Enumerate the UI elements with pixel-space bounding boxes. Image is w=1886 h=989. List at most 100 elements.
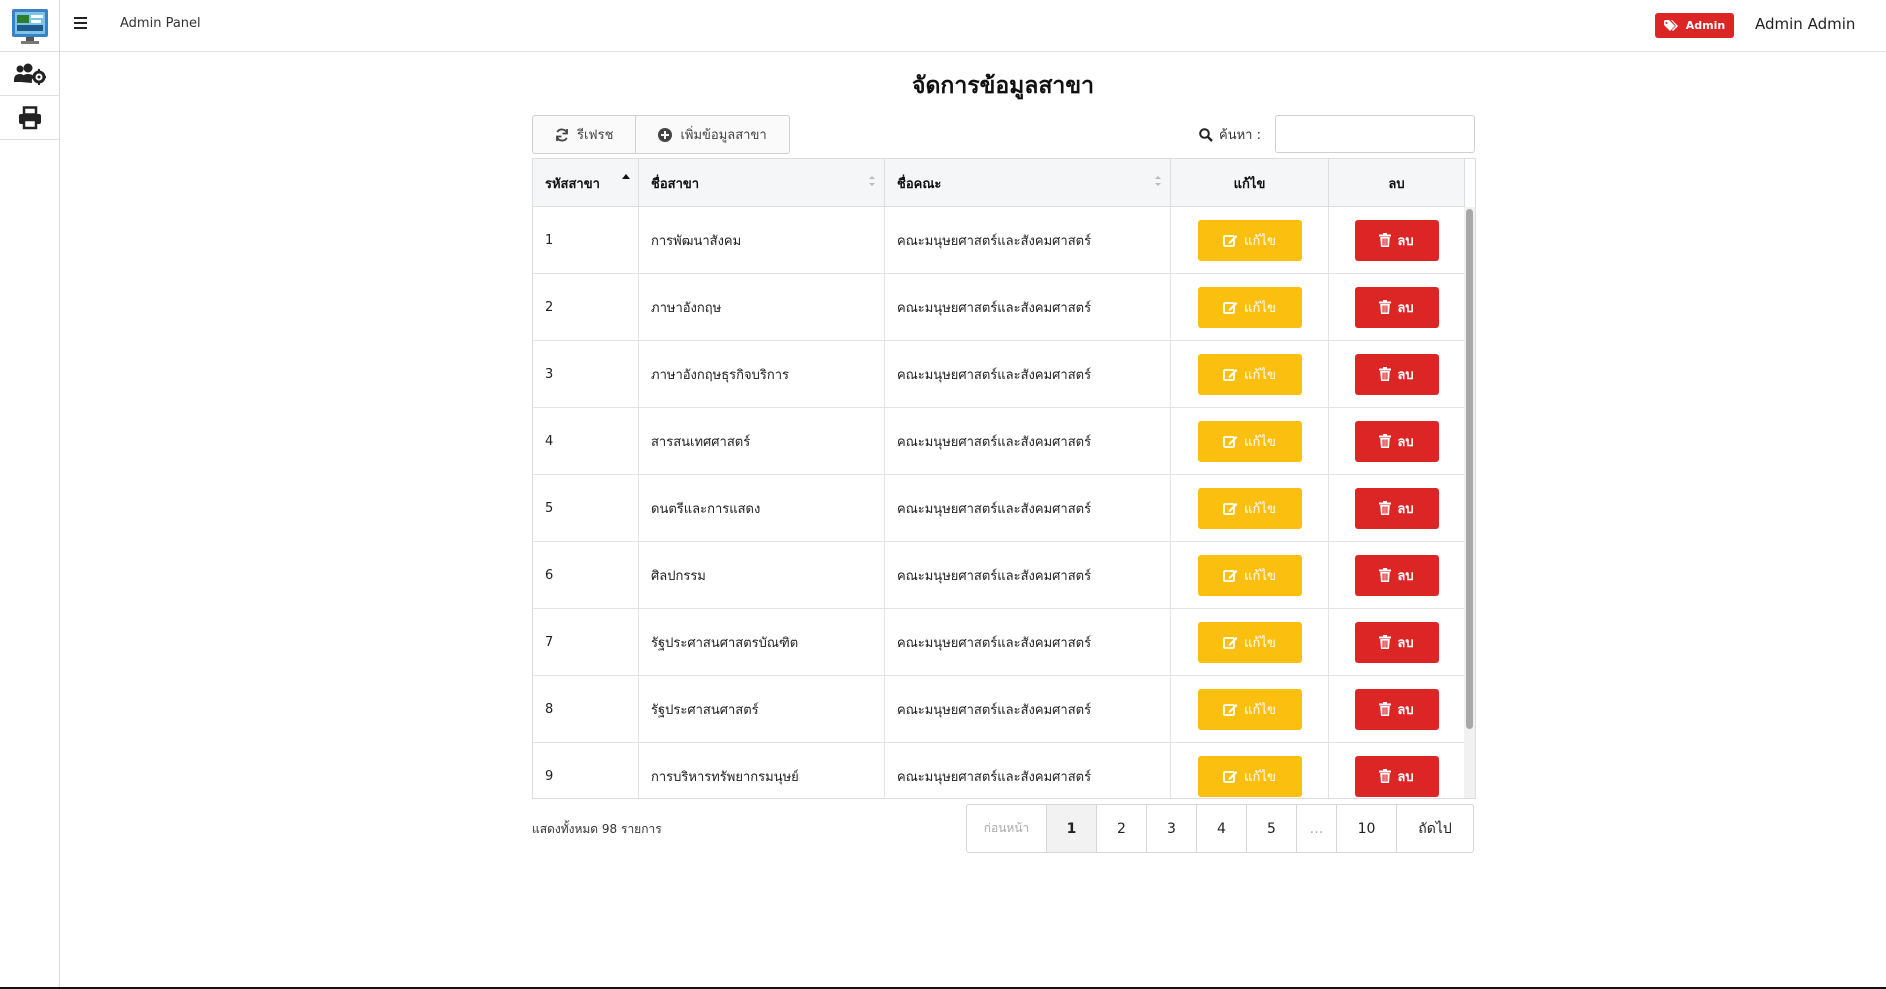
cell-delete: ลบ <box>1329 542 1465 608</box>
pagination-page-active[interactable]: 1 <box>1047 805 1097 852</box>
column-header-faculty-label: ชื่อคณะ <box>897 176 942 192</box>
delete-button-label: ลบ <box>1397 635 1414 651</box>
cell-delete: ลบ <box>1329 609 1465 675</box>
plus-circle-icon <box>658 127 673 142</box>
tags-icon <box>1663 19 1678 31</box>
column-header-code[interactable]: รหัสสาขา <box>533 159 639 207</box>
delete-button-label: ลบ <box>1397 702 1414 718</box>
top-navbar: Admin Panel Admin Admin Admin <box>60 0 1886 52</box>
table-scrollbar[interactable] <box>1464 207 1475 798</box>
trash-icon <box>1379 300 1392 314</box>
brand-title: Admin Panel <box>120 16 201 31</box>
search-label-text: ค้นหา : <box>1219 128 1261 143</box>
table-row: 7 รัฐประศาสนศาสตรบัณฑิต คณะมนุษยศาสตร์และส… <box>533 609 1465 676</box>
table-row: 2 ภาษาอังกฤษ คณะมนุษยศาสตร์และสังคมศาสตร์ แ… <box>533 274 1465 341</box>
edit-button[interactable]: แก้ไข <box>1197 487 1302 529</box>
cell-code: 2 <box>533 274 639 340</box>
edit-button-label: แก้ไข <box>1244 300 1276 316</box>
cell-edit: แก้ไข <box>1171 207 1329 273</box>
column-header-name[interactable]: ชื่อสาขา <box>639 159 885 207</box>
edit-button[interactable]: แก้ไข <box>1197 286 1302 328</box>
edit-button-label: แก้ไข <box>1244 635 1276 651</box>
table-row: 9 การบริหารทรัพยากรมนุษย์ คณะมนุษยศาสตร์แล… <box>533 743 1465 798</box>
menu-toggle-icon[interactable] <box>74 17 88 31</box>
sidebar-item-users[interactable] <box>0 52 60 96</box>
edit-button-label: แก้ไข <box>1244 568 1276 584</box>
cell-delete: ลบ <box>1329 341 1465 407</box>
cell-branch-name: รัฐประศาสนศาสตร์ <box>639 676 885 742</box>
edit-button[interactable]: แก้ไข <box>1197 755 1302 797</box>
delete-button[interactable]: ลบ <box>1354 688 1439 730</box>
edit-button-label: แก้ไข <box>1244 769 1276 785</box>
edit-button[interactable]: แก้ไข <box>1197 353 1302 395</box>
edit-button-label: แก้ไข <box>1244 434 1276 450</box>
edit-icon <box>1223 771 1238 783</box>
edit-button[interactable]: แก้ไข <box>1197 621 1302 663</box>
column-header-delete: ลบ <box>1329 159 1465 207</box>
search-label: ค้นหา : <box>1199 124 1261 145</box>
users-cog-icon <box>14 63 46 85</box>
search-input[interactable] <box>1275 115 1475 153</box>
sidebar-item-print[interactable] <box>0 96 60 140</box>
delete-button[interactable]: ลบ <box>1354 755 1439 797</box>
sidebar-logo[interactable] <box>0 0 60 52</box>
pagination-page[interactable]: 3 <box>1147 805 1197 852</box>
delete-button[interactable]: ลบ <box>1354 286 1439 328</box>
search-icon <box>1199 127 1213 142</box>
cell-code: 5 <box>533 475 639 541</box>
pagination-page[interactable]: 10 <box>1337 805 1397 852</box>
pagination-page[interactable]: 4 <box>1197 805 1247 852</box>
cell-delete: ลบ <box>1329 676 1465 742</box>
refresh-button[interactable]: รีเฟรช <box>533 116 635 153</box>
pagination-page[interactable]: 2 <box>1097 805 1147 852</box>
table-row: 5 ดนตรีและการแสดง คณะมนุษยศาสตร์และสังคมศา… <box>533 475 1465 542</box>
delete-button[interactable]: ลบ <box>1354 621 1439 663</box>
cell-branch-name: ศิลปกรรม <box>639 542 885 608</box>
cell-faculty-name: คณะมนุษยศาสตร์และสังคมศาสตร์ <box>885 408 1171 474</box>
trash-icon <box>1379 568 1392 582</box>
cell-edit: แก้ไข <box>1171 542 1329 608</box>
cell-faculty-name: คณะมนุษยศาสตร์และสังคมศาสตร์ <box>885 341 1171 407</box>
edit-button-label: แก้ไข <box>1244 702 1276 718</box>
page-title: จัดการข้อมูลสาขา <box>912 73 1094 99</box>
pagination-ellipsis: … <box>1297 805 1337 852</box>
edit-button-label: แก้ไข <box>1244 367 1276 383</box>
pagination-page[interactable]: 5 <box>1247 805 1297 852</box>
cell-code: 4 <box>533 408 639 474</box>
cell-faculty-name: คณะมนุษยศาสตร์และสังคมศาสตร์ <box>885 274 1171 340</box>
edit-button[interactable]: แก้ไข <box>1197 688 1302 730</box>
scrollbar-thumb[interactable] <box>1466 209 1473 729</box>
edit-button[interactable]: แก้ไข <box>1197 554 1302 596</box>
cell-faculty-name: คณะมนุษยศาสตร์และสังคมศาสตร์ <box>885 743 1171 798</box>
delete-button[interactable]: ลบ <box>1354 353 1439 395</box>
cell-edit: แก้ไข <box>1171 274 1329 340</box>
column-header-edit: แก้ไข <box>1171 159 1329 207</box>
delete-button[interactable]: ลบ <box>1354 420 1439 462</box>
total-records: แสดงทั้งหมด 98 รายการ <box>532 822 662 836</box>
cell-delete: ลบ <box>1329 743 1465 798</box>
cell-branch-name: รัฐประศาสนศาสตรบัณฑิต <box>639 609 885 675</box>
column-header-name-label: ชื่อสาขา <box>651 176 700 192</box>
cell-code: 7 <box>533 609 639 675</box>
cell-branch-name: ดนตรีและการแสดง <box>639 475 885 541</box>
branch-table: รหัสสาขา ชื่อสาขา ชื่อคณะ แก้ไข ลบ 1 การพ… <box>532 158 1476 799</box>
column-header-faculty[interactable]: ชื่อคณะ <box>885 159 1171 207</box>
edit-button[interactable]: แก้ไข <box>1197 219 1302 261</box>
trash-icon <box>1379 233 1392 247</box>
cell-edit: แก้ไข <box>1171 743 1329 798</box>
delete-button[interactable]: ลบ <box>1354 487 1439 529</box>
edit-button-label: แก้ไข <box>1244 501 1276 517</box>
delete-button[interactable]: ลบ <box>1354 554 1439 596</box>
edit-icon <box>1223 369 1238 381</box>
pagination-next[interactable]: ถัดไป <box>1397 805 1473 852</box>
pagination: ก่อนหน้า 1 2 3 4 5… 10 ถัดไป <box>966 804 1474 853</box>
delete-button-label: ลบ <box>1397 769 1414 785</box>
user-name[interactable]: Admin Admin <box>1755 15 1855 33</box>
edit-button[interactable]: แก้ไข <box>1197 420 1302 462</box>
cell-edit: แก้ไข <box>1171 341 1329 407</box>
cell-delete: ลบ <box>1329 475 1465 541</box>
role-badge[interactable]: Admin <box>1655 13 1734 38</box>
edit-icon <box>1223 570 1238 582</box>
delete-button[interactable]: ลบ <box>1354 219 1439 261</box>
add-branch-button[interactable]: เพิ่มข้อมูลสาขา <box>635 116 788 153</box>
